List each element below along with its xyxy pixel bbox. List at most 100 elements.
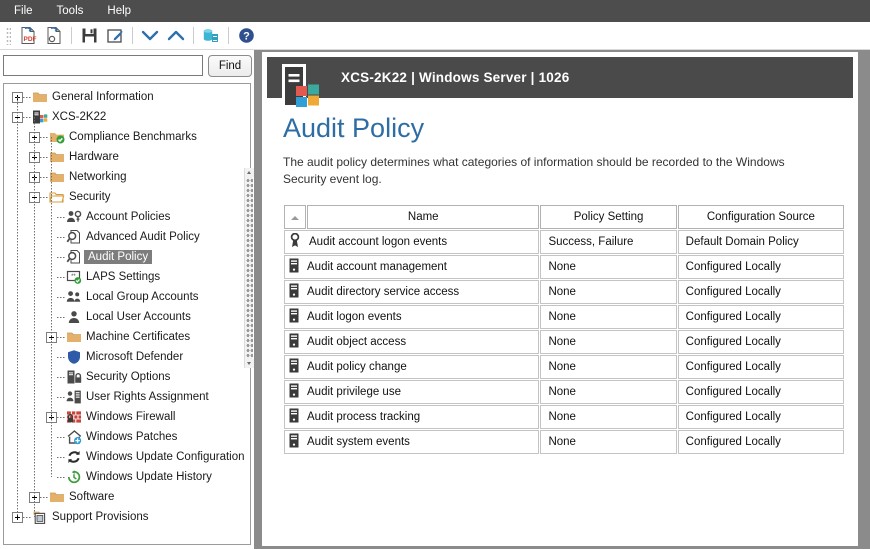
menu-bar: File Tools Help	[0, 0, 870, 22]
tree-connector	[40, 496, 49, 498]
tree-item-label: Microsoft Defender	[86, 351, 184, 363]
table-row[interactable]: Audit directory service access None Config…	[284, 280, 844, 305]
tree-item-account-policies[interactable]: Account Policies	[4, 207, 250, 227]
scroll-up-arrow-icon[interactable]	[245, 168, 254, 177]
cell-name: Audit object access	[284, 330, 540, 355]
row-name-label: Audit system events	[307, 436, 410, 449]
cell-name: Audit directory service access	[284, 280, 540, 305]
tree-item-label: Audit Policy	[84, 250, 153, 264]
tree-item-security[interactable]: Security	[4, 187, 250, 207]
table-row[interactable]: Audit process tracking None Configured Loc…	[284, 405, 844, 430]
tree-item-user-rights-assignment[interactable]: User Rights Assignment	[4, 387, 250, 407]
tree-item-compliance-benchmarks[interactable]: Compliance Benchmarks	[4, 127, 250, 147]
cell-name: Audit privilege use	[284, 380, 540, 405]
save-icon[interactable]	[76, 24, 102, 48]
tree-item-windows-update-configuration[interactable]: Windows Update Configuration	[4, 447, 250, 467]
scrollbar-thumb[interactable]	[246, 178, 253, 358]
server-windows-logo-icon	[281, 63, 323, 115]
find-button[interactable]: Find	[208, 55, 252, 77]
tree-connector	[40, 156, 49, 158]
row-name-label: Audit account management	[307, 261, 448, 274]
table-row[interactable]: Audit account logon events Success, Failu…	[284, 230, 844, 255]
svg-text:PDF: PDF	[23, 36, 36, 43]
edit-note-icon[interactable]	[102, 24, 128, 48]
tree-item-advanced-audit-policy[interactable]: Advanced Audit Policy	[4, 227, 250, 247]
table-row[interactable]: Audit object access None Configured Locall…	[284, 330, 844, 355]
chevron-down-icon[interactable]	[137, 24, 163, 48]
column-header-configuration-source[interactable]: Configuration Source	[677, 205, 844, 230]
tree-connector	[23, 516, 32, 518]
tree-guide-line	[51, 137, 52, 477]
tree-item-audit-policy[interactable]: Audit Policy	[4, 247, 250, 267]
export-pdf-icon[interactable]: PDF	[15, 24, 41, 48]
tree-item-support-provisions[interactable]: Support Provisions	[4, 507, 250, 527]
cell-policy-setting: None	[540, 380, 677, 405]
cell-configuration-source: Configured Locally	[677, 280, 844, 305]
tree-item-machine-certificates[interactable]: Machine Certificates	[4, 327, 250, 347]
folder-icon	[66, 329, 82, 345]
update-config-icon	[66, 449, 82, 465]
tree-connector	[57, 256, 66, 258]
navigation-tree[interactable]: General Information XCS-2K22 Compliance Be…	[3, 83, 251, 545]
audit-policy-table: Name Policy Setting Configuration Source…	[283, 204, 845, 456]
help-icon[interactable]: ?	[233, 24, 259, 48]
tree-item-windows-firewall[interactable]: Windows Firewall	[4, 407, 250, 427]
table-row[interactable]: Audit privilege use None Configured Locall…	[284, 380, 844, 405]
sort-column-header[interactable]	[284, 205, 307, 230]
cell-configuration-source: Default Domain Policy	[677, 230, 844, 255]
tree-item-label: Machine Certificates	[86, 331, 191, 343]
tree-item-label: Local User Accounts	[86, 311, 191, 323]
panel-body: Audit Policy The audit policy determines…	[267, 98, 853, 541]
row-name-label: Audit logon events	[307, 311, 402, 324]
tree-item-networking[interactable]: Networking	[4, 167, 250, 187]
cell-configuration-source: Configured Locally	[677, 405, 844, 430]
cell-name: Audit system events	[284, 430, 540, 455]
chevron-up-icon[interactable]	[163, 24, 189, 48]
cell-policy-setting: None	[540, 280, 677, 305]
tree-connector	[57, 296, 66, 298]
search-input[interactable]	[3, 55, 203, 76]
server-tower-icon	[289, 383, 299, 401]
tree-item-software[interactable]: Software	[4, 487, 250, 507]
tree-connector	[40, 136, 49, 138]
database-refresh-icon[interactable]	[198, 24, 224, 48]
tree-connector	[57, 476, 66, 478]
menu-help[interactable]: Help	[95, 0, 143, 22]
tree-vertical-scrollbar[interactable]	[244, 168, 254, 368]
tree-item-security-options[interactable]: Security Options	[4, 367, 250, 387]
tree-item-microsoft-defender[interactable]: Microsoft Defender	[4, 347, 250, 367]
table-row[interactable]: Audit account management None Configured L…	[284, 255, 844, 280]
tree-item-local-user-accounts[interactable]: Local User Accounts	[4, 307, 250, 327]
table-row[interactable]: Audit system events None Configured Locall…	[284, 430, 844, 455]
tree-item-windows-patches[interactable]: Windows Patches	[4, 427, 250, 447]
toolbar-grip[interactable]	[6, 26, 11, 45]
tree-item-hardware[interactable]: Hardware	[4, 147, 250, 167]
firewall-icon	[66, 409, 82, 425]
magnifier-doc-icon	[66, 249, 82, 265]
tree-connector	[57, 216, 66, 218]
folder-icon	[32, 89, 48, 105]
tree-item-local-group-accounts[interactable]: Local Group Accounts	[4, 287, 250, 307]
menu-tools[interactable]: Tools	[45, 0, 96, 22]
table-row[interactable]: Audit logon events None Configured Locally	[284, 305, 844, 330]
column-header-policy-setting[interactable]: Policy Setting	[540, 205, 677, 230]
tree-item-general-information[interactable]: General Information	[4, 87, 250, 107]
scroll-down-arrow-icon[interactable]	[245, 359, 254, 368]
tree-guide-line	[34, 117, 35, 517]
tree-item-xcs-2k22[interactable]: XCS-2K22	[4, 107, 250, 127]
cell-policy-setting: None	[540, 255, 677, 280]
column-header-name[interactable]: Name	[307, 205, 540, 230]
server-tower-icon	[289, 433, 299, 451]
cell-policy-setting: None	[540, 330, 677, 355]
server-tower-icon	[289, 258, 299, 276]
export-pdf-settings-icon[interactable]	[41, 24, 67, 48]
tree-item-label: General Information	[52, 91, 154, 103]
menu-file[interactable]: File	[0, 0, 45, 22]
folder-icon	[49, 489, 65, 505]
cell-configuration-source: Configured Locally	[677, 380, 844, 405]
table-row[interactable]: Audit policy change None Configured Locall…	[284, 355, 844, 380]
tree-item-laps-settings[interactable]: ** LAPS Settings	[4, 267, 250, 287]
tree-item-windows-update-history[interactable]: Windows Update History	[4, 467, 250, 487]
server-tower-icon	[289, 358, 299, 376]
row-name-label: Audit directory service access	[307, 286, 460, 299]
